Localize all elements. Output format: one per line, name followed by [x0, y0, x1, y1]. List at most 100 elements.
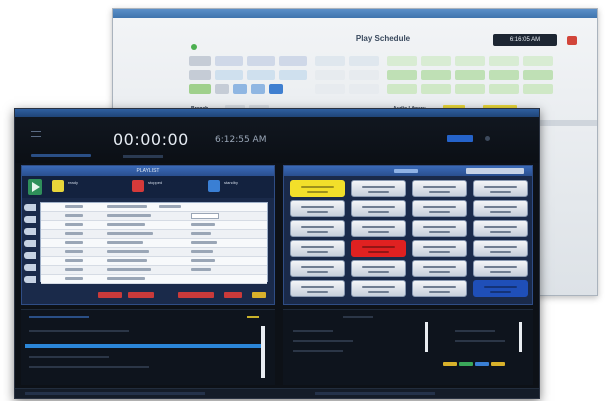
schedule-cell[interactable]: [279, 56, 307, 66]
deck-c[interactable]: standby: [208, 179, 268, 195]
schedule-cell[interactable]: [421, 70, 451, 80]
schedule-cell[interactable]: [387, 84, 417, 94]
side-tab[interactable]: [24, 276, 36, 283]
status-chip: [443, 362, 457, 366]
cart-button[interactable]: [412, 200, 467, 217]
playlist-control-button[interactable]: [128, 292, 154, 298]
schedule-cell[interactable]: [523, 56, 553, 66]
player-titlebar[interactable]: [15, 109, 539, 117]
cart-button[interactable]: [290, 280, 345, 297]
schedule-cell[interactable]: [315, 70, 345, 80]
cart-button[interactable]: [473, 280, 528, 297]
cart-button[interactable]: [290, 220, 345, 237]
player-window[interactable]: 00:00:00 6:12:55 AM PLAYLIST ready stopp…: [14, 108, 540, 399]
schedule-cell[interactable]: [489, 84, 519, 94]
cart-button[interactable]: [290, 240, 345, 257]
schedule-cell[interactable]: [315, 84, 345, 94]
cart-button[interactable]: [351, 180, 406, 197]
cart-button[interactable]: [473, 220, 528, 237]
side-tab[interactable]: [24, 240, 36, 247]
playlist-header-label: PLAYLIST: [136, 168, 160, 174]
cart-button[interactable]: [412, 180, 467, 197]
table-row[interactable]: [41, 203, 267, 212]
schedule-cell[interactable]: [523, 84, 553, 94]
schedule-cell[interactable]: [279, 70, 307, 80]
on-air-button[interactable]: [447, 135, 473, 142]
cart-button[interactable]: [473, 180, 528, 197]
dropdown-field[interactable]: [191, 213, 219, 219]
cart-button[interactable]: [473, 260, 528, 277]
schedule-cell[interactable]: [315, 56, 345, 66]
side-tab[interactable]: [24, 252, 36, 259]
table-row[interactable]: [41, 266, 267, 275]
cart-button[interactable]: [473, 240, 528, 257]
cart-button[interactable]: [412, 260, 467, 277]
side-tab[interactable]: [24, 216, 36, 223]
side-tab[interactable]: [24, 204, 36, 211]
table-row[interactable]: [41, 275, 267, 284]
deck-a[interactable]: ready: [52, 179, 112, 195]
cart-button[interactable]: [351, 280, 406, 297]
schedule-cell[interactable]: [421, 84, 451, 94]
menu-icon[interactable]: [31, 131, 41, 137]
schedule-cell[interactable]: [455, 70, 485, 80]
play-schedule-titlebar[interactable]: [113, 9, 597, 18]
cart-button[interactable]: [351, 220, 406, 237]
table-row[interactable]: [41, 221, 267, 230]
table-row[interactable]: [41, 248, 267, 257]
schedule-cell[interactable]: [233, 84, 247, 94]
schedule-cell[interactable]: [251, 84, 265, 94]
playlist-control-button[interactable]: [178, 292, 214, 298]
table-row[interactable]: [41, 212, 267, 221]
cart-button[interactable]: [351, 240, 406, 257]
cart-button[interactable]: [290, 180, 345, 197]
play-icon[interactable]: [28, 179, 42, 195]
deck-c-icon: [208, 180, 220, 192]
table-row[interactable]: [41, 230, 267, 239]
schedule-cell[interactable]: [387, 56, 417, 66]
schedule-cell[interactable]: [215, 56, 243, 66]
table-row[interactable]: [41, 239, 267, 248]
cart-button[interactable]: [412, 220, 467, 237]
schedule-cell[interactable]: [421, 56, 451, 66]
schedule-cell[interactable]: [455, 84, 485, 94]
playlist-table[interactable]: [40, 202, 268, 284]
cart-button[interactable]: [412, 280, 467, 297]
cart-button[interactable]: [351, 200, 406, 217]
schedule-cell[interactable]: [489, 70, 519, 80]
schedule-cell[interactable]: [349, 84, 379, 94]
side-tab[interactable]: [24, 228, 36, 235]
playlist-control-button[interactable]: [252, 292, 266, 298]
schedule-cell[interactable]: [349, 56, 379, 66]
schedule-cell[interactable]: [523, 70, 553, 80]
cart-button[interactable]: [290, 200, 345, 217]
cart-sublabel: [429, 291, 450, 293]
schedule-cell[interactable]: [349, 70, 379, 80]
side-tab[interactable]: [24, 264, 36, 271]
cart-wall-search[interactable]: [466, 168, 524, 174]
close-icon[interactable]: [567, 36, 577, 45]
playlist-control-button[interactable]: [224, 292, 242, 298]
schedule-cell[interactable]: [189, 56, 211, 66]
cart-button[interactable]: [473, 200, 528, 217]
deck-b[interactable]: stopped: [132, 179, 192, 195]
schedule-cell[interactable]: [247, 70, 275, 80]
cart-wall-tab[interactable]: [394, 169, 418, 173]
schedule-cell[interactable]: [189, 70, 211, 80]
cart-button[interactable]: [290, 260, 345, 277]
playlist-control-button[interactable]: [98, 292, 122, 298]
settings-icon[interactable]: [485, 136, 490, 141]
cart-button[interactable]: [412, 240, 467, 257]
schedule-cell[interactable]: [215, 70, 243, 80]
schedule-cell[interactable]: [489, 56, 519, 66]
schedule-cell[interactable]: [247, 56, 275, 66]
schedule-cell[interactable]: [269, 84, 283, 94]
schedule-cell[interactable]: [215, 84, 229, 94]
progress-bar[interactable]: [25, 344, 265, 348]
schedule-cell[interactable]: [189, 84, 211, 94]
table-row[interactable]: [41, 257, 267, 266]
cart-button[interactable]: [351, 260, 406, 277]
monitor-line: [293, 350, 343, 352]
schedule-cell[interactable]: [455, 56, 485, 66]
schedule-cell[interactable]: [387, 70, 417, 80]
